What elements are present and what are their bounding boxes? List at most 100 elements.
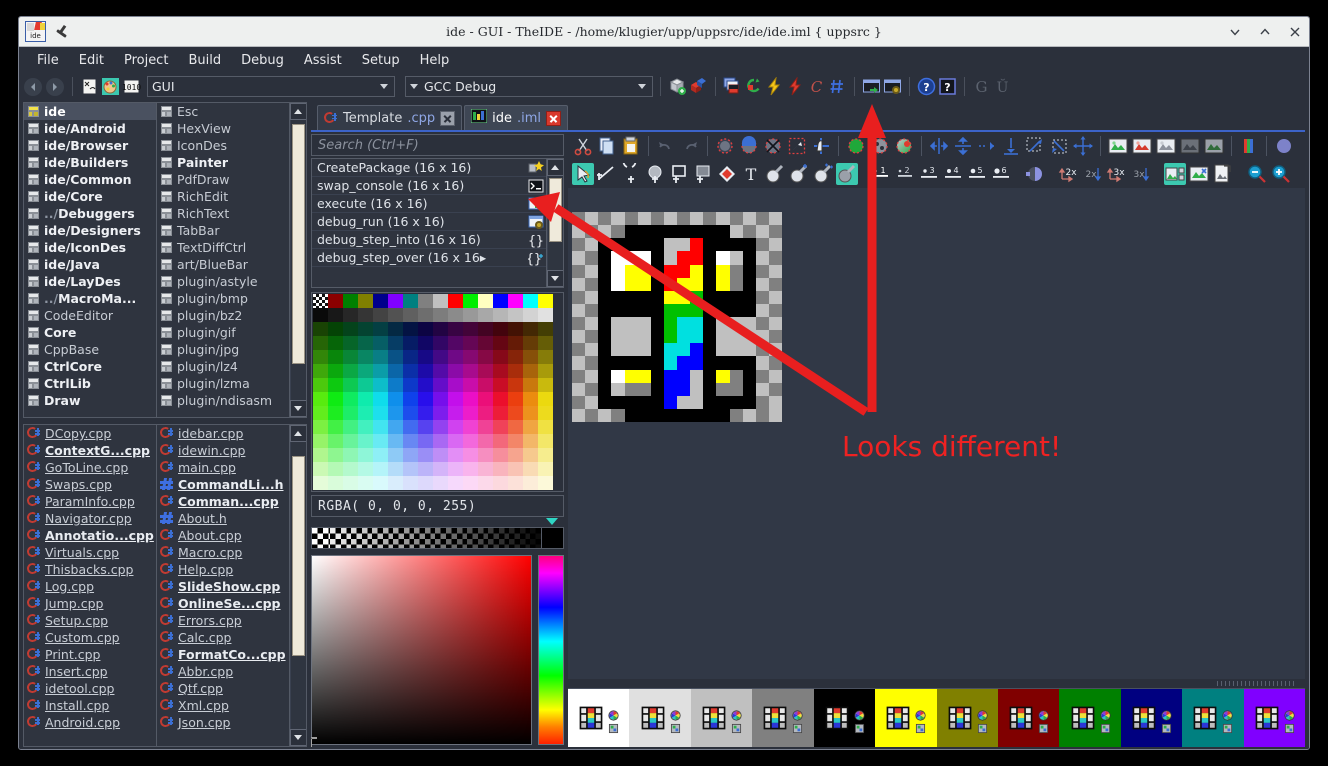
menu-build[interactable]: Build	[178, 50, 231, 71]
palette-swatch[interactable]	[388, 420, 403, 434]
canvas-pixel[interactable]	[585, 330, 598, 343]
image-red-icon[interactable]	[1131, 135, 1153, 157]
palette-swatch[interactable]	[328, 406, 343, 420]
canvas-pixel[interactable]	[690, 396, 703, 409]
canvas-pixel[interactable]	[756, 356, 769, 369]
checker-shape-icon[interactable]	[869, 135, 891, 157]
canvas-pixel[interactable]	[769, 370, 782, 383]
palette-swatch[interactable]	[343, 392, 358, 406]
canvas-pixel[interactable]	[690, 251, 703, 264]
canvas-pixel[interactable]	[572, 265, 585, 278]
palette-swatch[interactable]	[493, 420, 508, 434]
palette-swatch[interactable]	[373, 420, 388, 434]
file-list-item[interactable]: Android.cpp	[24, 714, 156, 731]
palette-swatch[interactable]	[418, 392, 433, 406]
preview-thumbnail[interactable]	[1182, 689, 1243, 747]
canvas-pixel[interactable]	[677, 278, 690, 291]
canvas-pixel[interactable]	[572, 330, 585, 343]
menu-assist[interactable]: Assist	[294, 50, 352, 71]
package-list-item[interactable]: IconDes	[157, 137, 289, 154]
size-3-icon[interactable]: 3	[918, 163, 940, 185]
package-list-item[interactable]: plugin/astyle	[157, 273, 289, 290]
canvas-pixel[interactable]	[730, 304, 743, 317]
canvas-pixel[interactable]	[769, 291, 782, 304]
mirror-vert-icon[interactable]	[952, 135, 974, 157]
scale-3x-icon[interactable]: 3x	[1106, 163, 1128, 185]
package-list-item[interactable]: ide/Java	[24, 256, 156, 273]
package-list-item[interactable]: ide/Common	[24, 171, 156, 188]
canvas-pixel[interactable]	[690, 291, 703, 304]
hash-icon[interactable]	[828, 77, 847, 96]
canvas-pixel[interactable]	[638, 251, 651, 264]
package-list[interactable]: ideide/Androidide/Browseride/Builderside…	[23, 102, 307, 418]
palette-swatch[interactable]	[433, 294, 448, 308]
canvas-pixel[interactable]	[743, 291, 756, 304]
rotate-cw-icon[interactable]	[1024, 135, 1046, 157]
palette-swatch[interactable]	[418, 294, 433, 308]
alpha-swatch[interactable]	[530, 528, 541, 548]
canvas-pixel[interactable]	[716, 251, 729, 264]
canvas-pixel[interactable]	[625, 383, 638, 396]
palette-swatch[interactable]	[523, 434, 538, 448]
image-dark-icon[interactable]	[1179, 135, 1201, 157]
palette-swatch[interactable]	[478, 462, 493, 476]
canvas-pixel[interactable]	[690, 212, 703, 225]
palette-swatch[interactable]	[478, 364, 493, 378]
palette-swatch[interactable]	[538, 294, 553, 308]
canvas-pixel[interactable]	[677, 370, 690, 383]
canvas-pixel[interactable]	[638, 291, 651, 304]
palette-swatch[interactable]	[523, 406, 538, 420]
package-list-item[interactable]: plugin/lz4	[157, 358, 289, 375]
package-list-item[interactable]: PdfDraw	[157, 171, 289, 188]
file-list-item[interactable]: idetool.cpp	[24, 680, 156, 697]
canvas-pixel[interactable]	[743, 265, 756, 278]
file-list-item[interactable]: Swaps.cpp	[24, 476, 156, 493]
alpha-swatch[interactable]	[414, 528, 425, 548]
canvas-pixel[interactable]	[730, 278, 743, 291]
canvas-pixel[interactable]	[756, 251, 769, 264]
palette-swatch[interactable]	[313, 406, 328, 420]
palette-swatch[interactable]	[358, 448, 373, 462]
file-list-item[interactable]: Json.cpp	[157, 714, 289, 731]
brush2-icon[interactable]	[788, 163, 810, 185]
about-icon[interactable]: ?	[938, 77, 957, 96]
palette-swatch[interactable]	[493, 448, 508, 462]
palette-swatch[interactable]	[433, 420, 448, 434]
palette-swatch[interactable]	[508, 350, 523, 364]
menu-help[interactable]: Help	[410, 50, 460, 71]
package-list-item[interactable]: plugin/gif	[157, 324, 289, 341]
canvas-pixel[interactable]	[611, 238, 624, 251]
alpha-swatch[interactable]	[435, 528, 446, 548]
image-mono-icon[interactable]	[1203, 135, 1225, 157]
fill-circle-icon[interactable]	[644, 163, 666, 185]
canvas-pixel[interactable]	[598, 356, 611, 369]
canvas-pixel[interactable]	[611, 356, 624, 369]
flip-vert-icon[interactable]	[1000, 135, 1022, 157]
palette-swatch[interactable]	[448, 462, 463, 476]
file-list-item[interactable]: Help.cpp	[157, 561, 289, 578]
palette-swatch[interactable]	[373, 322, 388, 336]
palette-swatch[interactable]	[523, 350, 538, 364]
palette-swatch[interactable]	[433, 308, 448, 322]
canvas-pixel[interactable]	[611, 343, 624, 356]
canvas-pixel[interactable]	[756, 304, 769, 317]
canvas-pixel[interactable]	[730, 383, 743, 396]
canvas-pixel[interactable]	[756, 383, 769, 396]
sv-cursor-icon[interactable]	[311, 734, 322, 746]
hatch-rect-icon[interactable]	[692, 163, 714, 185]
palette-swatch[interactable]	[493, 378, 508, 392]
package-list-item[interactable]: CodeEditor	[24, 307, 156, 324]
palette-swatch[interactable]	[478, 406, 493, 420]
menu-debug[interactable]: Debug	[231, 50, 294, 71]
package-list-item[interactable]: ide/LayDes	[24, 273, 156, 290]
canvas-pixel[interactable]	[585, 225, 598, 238]
brush4-icon[interactable]	[836, 163, 858, 185]
canvas-pixel[interactable]	[756, 278, 769, 291]
minimize-button[interactable]	[1227, 24, 1243, 40]
palette-swatch[interactable]	[343, 378, 358, 392]
new-package-icon[interactable]	[668, 77, 687, 96]
canvas-pixel[interactable]	[664, 291, 677, 304]
canvas-pixel[interactable]	[598, 330, 611, 343]
opacity-icon[interactable]	[1024, 163, 1046, 185]
palette-swatch[interactable]	[388, 364, 403, 378]
